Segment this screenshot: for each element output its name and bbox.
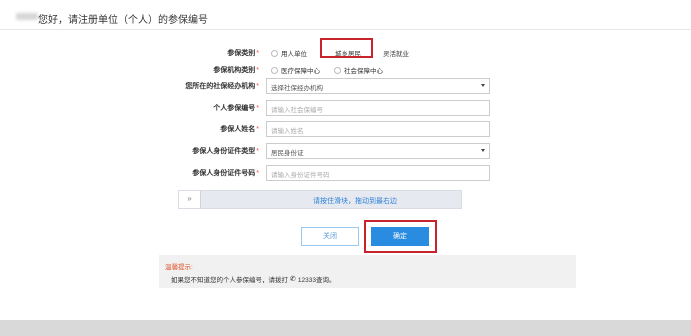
radio-dot-icon bbox=[271, 66, 278, 74]
id-type-label: 参保人身份证件类型* bbox=[192, 148, 259, 155]
name-input[interactable]: 请输入姓名 bbox=[266, 121, 490, 137]
slider-captcha[interactable]: » 请按住滑块，拖动到最右边 bbox=[178, 190, 462, 209]
name-label: 参保人姓名* bbox=[220, 126, 259, 133]
phone-icon: ✆ bbox=[290, 276, 296, 283]
blurred-user-name bbox=[16, 13, 38, 20]
radio-dot-icon bbox=[334, 66, 341, 74]
radio-dot-icon bbox=[271, 49, 278, 57]
row-agency: 您所在的社保经办机构* 选择社保经办机构 bbox=[0, 78, 691, 94]
tip-content: 如果您不知道您的个人参保编号，请拨打 ✆ 12333查询。 bbox=[171, 276, 336, 284]
row-name: 参保人姓名* 请输入姓名 bbox=[0, 121, 691, 137]
row-personal-number: 个人参保编号* 请输入社会保编号 bbox=[0, 100, 691, 116]
row-id-type: 参保人身份证件类型* 居民身份证 bbox=[0, 143, 691, 159]
page-header: 您好，请注册单位（个人）的参保编号 bbox=[0, 0, 691, 30]
radio-employer[interactable]: 用人单位 bbox=[271, 48, 307, 58]
close-button[interactable]: 关闭 bbox=[301, 227, 359, 246]
dropdown-caret-icon bbox=[481, 84, 485, 87]
id-type-select[interactable]: 居民身份证 bbox=[266, 143, 490, 159]
personal-number-label: 个人参保编号* bbox=[213, 105, 259, 112]
page-footer bbox=[0, 320, 691, 336]
dropdown-caret-icon bbox=[481, 149, 485, 152]
id-number-label: 参保人身份证件号码* bbox=[192, 170, 259, 177]
highlight-box-ok-button bbox=[364, 220, 437, 253]
agency-label: 您所在的社保经办机构* bbox=[185, 83, 259, 90]
highlight-box-urban-rural-resident bbox=[320, 38, 373, 58]
id-number-input[interactable]: 请输入身份证件号码 bbox=[266, 165, 490, 181]
agency-type-label: 参保机构类别* bbox=[213, 67, 259, 74]
row-agency-type: 参保机构类别* 医疗保障中心 社会保障中心 bbox=[0, 62, 691, 78]
page-title: 您好，请注册单位（个人）的参保编号 bbox=[38, 15, 208, 26]
agency-select[interactable]: 选择社保经办机构 bbox=[266, 78, 490, 94]
slider-instruction: 请按住滑块，拖动到最右边 bbox=[313, 198, 397, 205]
row-id-number: 参保人身份证件号码* 请输入身份证件号码 bbox=[0, 165, 691, 181]
personal-number-input[interactable]: 请输入社会保编号 bbox=[266, 100, 490, 116]
tip-box: 温馨提示: 如果您不知道您的个人参保编号，请拨打 ✆ 12333查询。 bbox=[159, 255, 576, 288]
radio-social-security-center[interactable]: 社会保障中心 bbox=[334, 65, 383, 75]
radio-medical-security-center[interactable]: 医疗保障中心 bbox=[271, 65, 320, 75]
tip-title: 温馨提示: bbox=[165, 264, 193, 271]
insured-type-label: 参保类别* bbox=[227, 50, 259, 57]
radio-flexible-employment[interactable]: 灵活就业 bbox=[383, 48, 409, 58]
